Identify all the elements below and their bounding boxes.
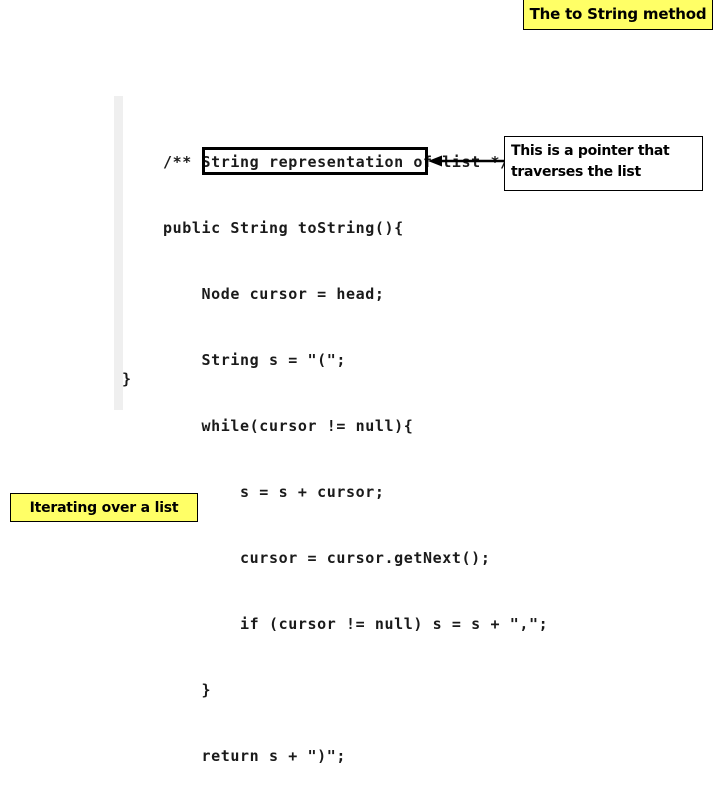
left-vertical-rule [114, 96, 123, 410]
pointer-callout: This is a pointer that traverses the lis… [504, 136, 703, 191]
slide-title: The to String method [523, 0, 713, 30]
callout-line: traverses the list [511, 164, 641, 180]
code-line: public String toString(){ [163, 219, 404, 237]
slide-canvas: { "slide": { "title": "The to String met… [0, 0, 720, 765]
code-line: String s = "("; [163, 351, 346, 369]
code-line-highlighted: Node cursor = head; [163, 285, 385, 303]
code-line: } [163, 681, 212, 699]
code-listing: /** String representation of list */ pub… [163, 107, 548, 789]
footer-caption: Iterating over a list [10, 493, 198, 522]
callout-arrow-icon [428, 155, 506, 167]
code-line: if (cursor != null) s = s + ","; [163, 615, 549, 633]
code-closing-brace: } [122, 370, 132, 388]
code-highlight-box [202, 147, 428, 175]
code-line: cursor = cursor.getNext(); [163, 549, 491, 567]
code-line: while(cursor != null){ [163, 417, 414, 435]
code-line: return s + ")"; [163, 747, 346, 765]
callout-line: This is a pointer that [511, 143, 670, 159]
code-line: s = s + cursor; [163, 483, 385, 501]
